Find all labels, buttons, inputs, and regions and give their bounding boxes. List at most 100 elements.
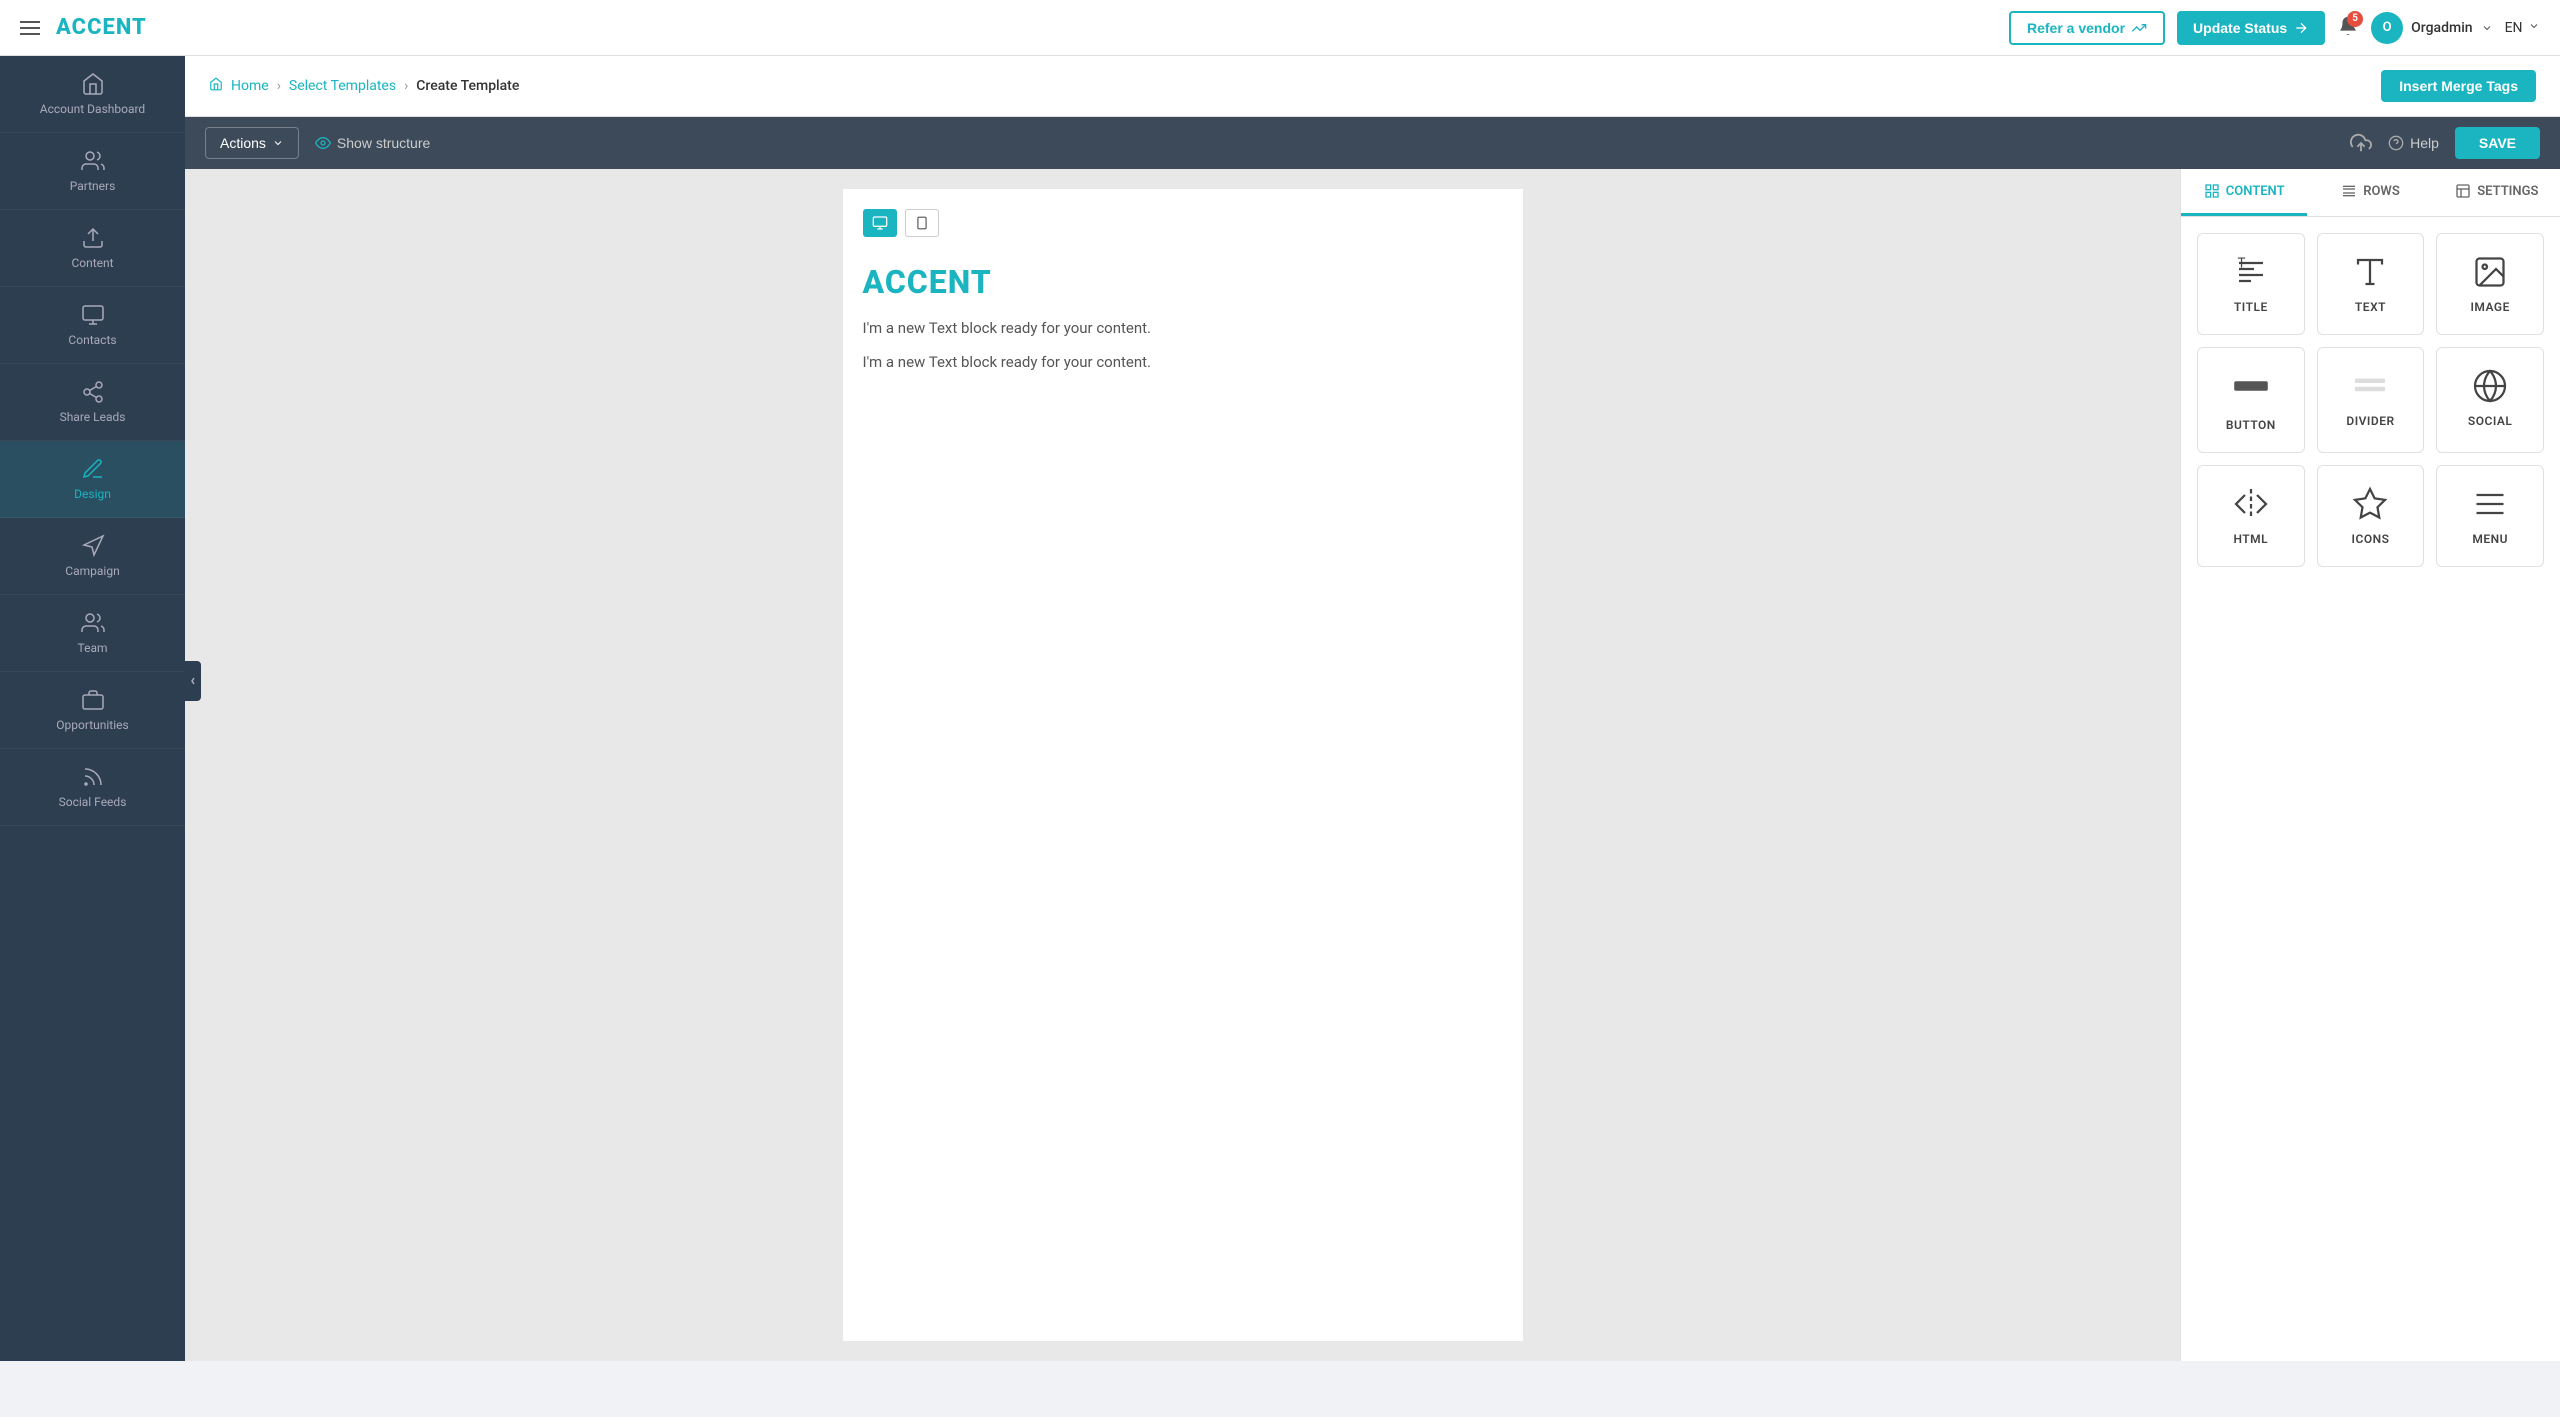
settings-icon <box>2455 183 2471 199</box>
panel-tabs: CONTENT ROWS SETTINGS <box>2181 169 2560 217</box>
content-item-title[interactable]: T TITLE <box>2197 233 2305 335</box>
topnav-right: Refer a vendor Update Status 5 O Orgadmi… <box>2009 11 2540 45</box>
monitor-icon <box>872 215 888 231</box>
content-item-divider-label: DIVIDER <box>2346 414 2394 428</box>
svg-text:T: T <box>2237 256 2245 272</box>
divider-icon <box>2352 368 2388 404</box>
user-menu[interactable]: O Orgadmin <box>2371 12 2492 44</box>
top-navigation: ACCENT Refer a vendor Update Status 5 O … <box>0 0 2560 56</box>
main-content: Home › Select Templates › Create Templat… <box>185 56 2560 1361</box>
contacts-icon <box>81 303 105 327</box>
sidebar-item-campaign[interactable]: Campaign <box>0 518 185 595</box>
content-item-social[interactable]: SOCIAL <box>2436 347 2544 453</box>
design-icon <box>81 457 105 481</box>
content-icon <box>81 226 105 250</box>
content-item-menu[interactable]: MENU <box>2436 465 2544 567</box>
content-item-image[interactable]: IMAGE <box>2436 233 2544 335</box>
opportunities-icon <box>81 688 105 712</box>
content-item-title-label: TITLE <box>2234 300 2268 314</box>
content-item-text-label: TEXT <box>2355 300 2386 314</box>
mobile-view-button[interactable] <box>905 209 939 237</box>
right-panel: CONTENT ROWS SETTINGS T TITLE <box>2180 169 2560 1361</box>
upload-icon <box>2350 132 2372 154</box>
content-item-divider[interactable]: DIVIDER <box>2317 347 2425 453</box>
title-icon: T <box>2233 254 2269 290</box>
content-item-menu-label: MENU <box>2472 532 2508 546</box>
user-name: Orgadmin <box>2411 20 2472 36</box>
sidebar-item-team[interactable]: Team <box>0 595 185 672</box>
social-icon <box>2472 368 2508 404</box>
help-circle-icon <box>2388 135 2404 151</box>
sidebar: Account Dashboard Partners Content Conta… <box>0 56 185 1361</box>
grid-icon <box>2204 183 2220 199</box>
notification-badge: 5 <box>2347 11 2363 27</box>
share-icon <box>81 380 105 404</box>
text-block-2[interactable]: I'm a new Text block ready for your cont… <box>863 345 1503 379</box>
tab-settings[interactable]: SETTINGS <box>2434 169 2560 216</box>
actions-chevron-icon <box>272 137 284 149</box>
breadcrumb-current: Create Template <box>416 78 519 94</box>
text-block-1[interactable]: I'm a new Text block ready for your cont… <box>863 311 1503 345</box>
actions-button[interactable]: Actions <box>205 127 299 159</box>
content-item-icons-label: ICONS <box>2352 532 2390 546</box>
content-item-image-label: IMAGE <box>2470 300 2509 314</box>
eye-icon <box>315 135 331 151</box>
content-item-text[interactable]: TEXT <box>2317 233 2425 335</box>
sidebar-item-account-dashboard[interactable]: Account Dashboard <box>0 56 185 133</box>
sidebar-item-contacts[interactable]: Contacts <box>0 287 185 364</box>
home-breadcrumb-icon <box>209 77 223 95</box>
update-status-button[interactable]: Update Status <box>2177 11 2325 45</box>
sidebar-item-content[interactable]: Content <box>0 210 185 287</box>
social-feeds-icon <box>81 765 105 789</box>
app-logo: ACCENT <box>56 15 147 40</box>
smartphone-icon <box>915 216 929 230</box>
text-icon <box>2352 254 2388 290</box>
toolbar-right: Help SAVE <box>2350 127 2540 159</box>
sidebar-collapse-button[interactable] <box>185 661 201 701</box>
sidebar-item-opportunities[interactable]: Opportunities <box>0 672 185 749</box>
editor-body: ACCENT I'm a new Text block ready for yo… <box>185 169 2560 1361</box>
canvas-inner: ACCENT I'm a new Text block ready for yo… <box>843 189 1523 1341</box>
sidebar-item-partners[interactable]: Partners <box>0 133 185 210</box>
refer-vendor-button[interactable]: Refer a vendor <box>2009 11 2165 45</box>
breadcrumb-sep-1: › <box>277 78 281 94</box>
desktop-view-button[interactable] <box>863 209 897 237</box>
content-item-html-label: HTML <box>2233 532 2268 546</box>
save-button[interactable]: SAVE <box>2455 127 2540 159</box>
show-structure-button[interactable]: Show structure <box>315 135 430 151</box>
button-icon <box>2233 368 2269 404</box>
lang-chevron-icon <box>2528 20 2540 32</box>
breadcrumb-sep-2: › <box>404 78 408 94</box>
tab-content[interactable]: CONTENT <box>2181 169 2307 216</box>
language-selector[interactable]: EN <box>2505 20 2540 36</box>
team-icon <box>81 611 105 635</box>
toolbar-left: Actions Show structure <box>205 127 430 159</box>
content-item-button-label: BUTTON <box>2226 418 2276 432</box>
content-item-button[interactable]: BUTTON <box>2197 347 2305 453</box>
editor-toolbar: Actions Show structure Help SAVE <box>185 117 2560 169</box>
insert-merge-tags-button[interactable]: Insert Merge Tags <box>2381 70 2536 102</box>
hamburger-menu[interactable] <box>20 21 40 35</box>
tab-rows[interactable]: ROWS <box>2307 169 2433 216</box>
breadcrumb-home[interactable]: Home <box>231 78 269 94</box>
content-item-icons[interactable]: ICONS <box>2317 465 2425 567</box>
sidebar-item-social-feeds[interactable]: Social Feeds <box>0 749 185 826</box>
chevron-down-icon <box>2481 22 2493 34</box>
home-icon <box>81 72 105 96</box>
breadcrumb: Home › Select Templates › Create Templat… <box>209 77 519 95</box>
icons-icon <box>2352 486 2388 522</box>
notification-bell[interactable]: 5 <box>2337 15 2359 41</box>
campaign-icon <box>81 534 105 558</box>
help-button[interactable]: Help <box>2388 135 2439 151</box>
sidebar-item-share-leads[interactable]: Share Leads <box>0 364 185 441</box>
canvas-area[interactable]: ACCENT I'm a new Text block ready for yo… <box>185 169 2180 1361</box>
template-logo: ACCENT <box>863 253 1503 311</box>
user-avatar: O <box>2371 12 2403 44</box>
collapse-arrow-icon <box>188 676 198 686</box>
content-grid: T TITLE TEXT IMAGE BUT <box>2181 217 2560 583</box>
html-icon <box>2233 486 2269 522</box>
breadcrumb-select-templates[interactable]: Select Templates <box>289 78 396 94</box>
content-item-html[interactable]: HTML <box>2197 465 2305 567</box>
sidebar-item-design[interactable]: Design <box>0 441 185 518</box>
device-bar <box>863 209 1503 237</box>
